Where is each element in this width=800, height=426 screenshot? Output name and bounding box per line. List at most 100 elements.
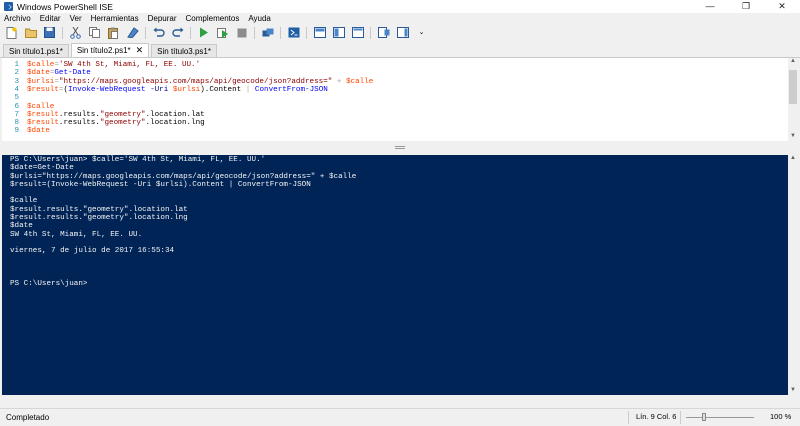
code-token: Get-Date bbox=[54, 69, 91, 78]
tab-sin-titulo1[interactable]: Sin título1.ps1* bbox=[3, 44, 69, 57]
overflow-icon[interactable]: ⌄ bbox=[415, 26, 428, 39]
open-icon[interactable] bbox=[24, 26, 37, 39]
code-text: $date=Get-Date bbox=[27, 69, 91, 77]
redo-icon[interactable] bbox=[171, 26, 184, 39]
menu-herramientas[interactable]: Herramientas bbox=[91, 14, 139, 23]
code-token: .location.lat bbox=[145, 110, 205, 119]
editor-line[interactable]: 6 $calle bbox=[2, 103, 54, 111]
scroll-thumb[interactable] bbox=[789, 70, 797, 104]
code-token: $result bbox=[27, 119, 59, 128]
scroll-down-icon[interactable]: ▼ bbox=[788, 387, 798, 395]
code-token: .results. bbox=[58, 119, 100, 128]
window-title: Windows PowerShell ISE bbox=[17, 1, 113, 12]
tab-label: Sin título3.ps1* bbox=[157, 46, 211, 56]
undo-icon[interactable] bbox=[152, 26, 165, 39]
editor-line[interactable]: 1 $calle='SW 4th St, Miami, FL, EE. UU.' bbox=[2, 61, 200, 69]
console-line: PS C:\Users\juan> $calle='SW 4th St, Mia… bbox=[10, 156, 266, 164]
script-editor[interactable]: 1 $calle='SW 4th St, Miami, FL, EE. UU.' 2… bbox=[2, 58, 788, 141]
line-number: 1 bbox=[14, 61, 19, 69]
status-text: Completado bbox=[6, 413, 50, 422]
new-file-icon[interactable] bbox=[5, 26, 18, 39]
console-line: $result.results."geometry".location.lng bbox=[10, 214, 188, 223]
console-line: $urlsi="https://maps.googleapis.com/maps… bbox=[10, 172, 357, 181]
tab-label: Sin título2.ps1* bbox=[76, 46, 131, 55]
console-line: $date bbox=[10, 222, 33, 231]
editor-scrollbar[interactable]: ▲ ▼ bbox=[788, 58, 798, 141]
console-line: viernes, 7 de julio de 2017 16:55:34 bbox=[10, 247, 175, 256]
save-icon[interactable] bbox=[43, 26, 56, 39]
powershell-icon[interactable] bbox=[287, 26, 300, 39]
code-token: .results. bbox=[58, 110, 100, 119]
show-script-top-icon[interactable] bbox=[313, 26, 326, 39]
paste-icon[interactable] bbox=[107, 26, 120, 39]
menu-editar[interactable]: Editar bbox=[40, 14, 61, 23]
pane-splitter[interactable] bbox=[0, 141, 800, 155]
show-command-window-icon[interactable] bbox=[377, 26, 390, 39]
zoom-level: 100 % bbox=[770, 412, 792, 421]
new-remote-tab-icon[interactable] bbox=[261, 26, 274, 39]
code-text: $urlsi="https://maps.googleapis.com/maps… bbox=[27, 78, 373, 86]
code-token: $calle bbox=[346, 77, 374, 86]
editor-line[interactable]: 8 $result.results."geometry".location.lng bbox=[2, 119, 205, 128]
editor-line[interactable]: 9 $date bbox=[2, 127, 50, 136]
splitter-grip-icon[interactable] bbox=[395, 146, 405, 149]
clear-console-icon[interactable] bbox=[126, 26, 139, 39]
editor-line[interactable]: 4 $result=(Invoke-WebRequest -Uri $urlsi)… bbox=[2, 86, 328, 94]
line-number: 8 bbox=[14, 119, 19, 128]
code-token: $date bbox=[27, 127, 50, 136]
editor-line[interactable]: 3 $urlsi="https://maps.googleapis.com/map… bbox=[2, 78, 373, 86]
code-token: "geometry" bbox=[99, 119, 146, 128]
code-token: "https://maps.googleapis.com/maps/api/ge… bbox=[58, 77, 333, 86]
console-pane[interactable]: PS C:\Users\juan> $calle='SW 4th St, Mia… bbox=[2, 155, 788, 395]
close-tab-icon[interactable]: ✕ bbox=[136, 45, 144, 56]
show-script-maximized-icon[interactable] bbox=[351, 26, 364, 39]
menu-depurar[interactable]: Depurar bbox=[148, 14, 177, 23]
close-window-button[interactable]: ✕ bbox=[764, 0, 800, 13]
editor-line[interactable]: 5 bbox=[2, 94, 27, 102]
code-token: $calle bbox=[27, 102, 55, 111]
line-number: 5 bbox=[14, 94, 19, 103]
scroll-down-icon[interactable]: ▼ bbox=[788, 133, 798, 141]
run-selection-icon[interactable] bbox=[216, 26, 229, 39]
editor-line[interactable]: 2 $date=Get-Date bbox=[2, 69, 91, 77]
menu-complementos[interactable]: Complementos bbox=[186, 14, 240, 23]
menu-bar: Archivo Editar Ver Herramientas Depurar … bbox=[0, 13, 800, 24]
menu-ver[interactable]: Ver bbox=[70, 14, 82, 23]
code-token: ConvertFrom-JSON bbox=[254, 85, 328, 94]
tab-sin-titulo3[interactable]: Sin título3.ps1* bbox=[151, 44, 217, 57]
console-line: PS C:\Users\juan> bbox=[10, 280, 88, 289]
run-icon[interactable] bbox=[197, 26, 210, 39]
minimize-button[interactable]: — bbox=[692, 0, 728, 13]
cut-icon[interactable] bbox=[69, 26, 82, 39]
zoom-slider[interactable] bbox=[686, 417, 754, 418]
console-scrollbar[interactable]: ▲ ▼ bbox=[788, 155, 798, 395]
console-line: $calle bbox=[10, 197, 38, 206]
show-script-right-icon[interactable] bbox=[332, 26, 345, 39]
stop-icon[interactable] bbox=[235, 26, 248, 39]
scroll-up-icon[interactable]: ▲ bbox=[788, 155, 798, 163]
line-number: 7 bbox=[14, 110, 19, 119]
console-line: $result.results."geometry".location.lat bbox=[10, 205, 188, 214]
maximize-button[interactable]: ❐ bbox=[728, 0, 764, 13]
line-number: 3 bbox=[14, 77, 19, 86]
editor-line[interactable]: 7 $result.results."geometry".location.lat bbox=[2, 110, 205, 119]
code-text: $calle bbox=[27, 103, 54, 111]
show-command-addon-icon[interactable] bbox=[396, 26, 409, 39]
code-token: .location.lng bbox=[145, 119, 205, 128]
copy-icon[interactable] bbox=[88, 26, 101, 39]
toolbar: ⌄ bbox=[0, 24, 800, 41]
code-text: $result=(Invoke-WebRequest -Uri $urlsi).… bbox=[27, 86, 328, 94]
menu-ayuda[interactable]: Ayuda bbox=[248, 14, 271, 23]
menu-archivo[interactable]: Archivo bbox=[4, 14, 31, 23]
tab-sin-titulo2[interactable]: Sin título2.ps1* ✕ bbox=[70, 43, 150, 57]
tab-label: Sin título1.ps1* bbox=[9, 46, 63, 56]
scroll-up-icon[interactable]: ▲ bbox=[788, 58, 798, 66]
code-token: $calle bbox=[27, 61, 55, 69]
zoom-slider-thumb[interactable] bbox=[701, 413, 706, 421]
code-token: Invoke-WebRequest bbox=[68, 85, 146, 94]
script-tabs: Sin título1.ps1* Sin título2.ps1* ✕ Sin t… bbox=[0, 43, 800, 58]
console-line: SW 4th St, Miami, FL, EE. UU. bbox=[10, 230, 143, 239]
